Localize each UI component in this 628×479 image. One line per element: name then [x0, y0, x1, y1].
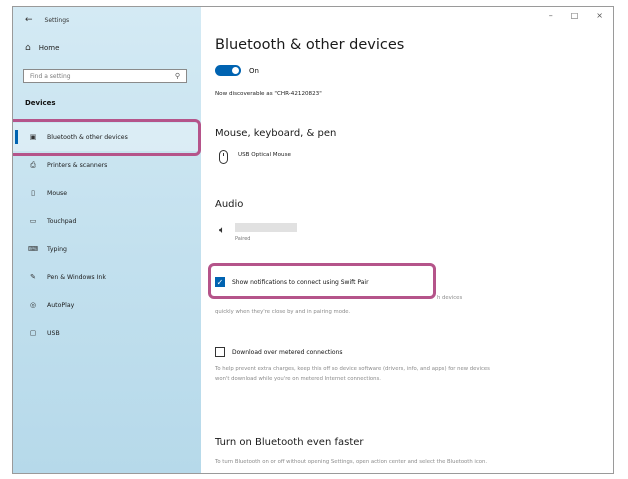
- bluetooth-toggle[interactable]: [215, 65, 241, 76]
- metered-checkbox-row[interactable]: Download over metered connections: [215, 347, 343, 357]
- sidebar-item-label: USB: [47, 329, 60, 337]
- sidebar-item-label: Printers & scanners: [47, 161, 108, 169]
- mouse-section-heading: Mouse, keyboard, & pen: [215, 128, 337, 139]
- faster-desc: To turn Bluetooth on or off without open…: [215, 459, 488, 465]
- titlebar: ← Settings: [25, 13, 69, 27]
- section-label-devices: Devices: [25, 99, 56, 107]
- sidebar-item-label: Mouse: [47, 189, 68, 197]
- home-icon: ⌂: [25, 43, 31, 53]
- sidebar-item-label: Pen & Windows Ink: [47, 273, 106, 281]
- device-audio[interactable]: 🔈︎ Paired: [219, 223, 297, 242]
- bluetooth-toggle-state: On: [249, 66, 259, 75]
- audio-device-info: Paired: [235, 223, 297, 242]
- swift-pair-label: Show notifications to connect using Swif…: [232, 278, 369, 286]
- keyboard-icon: ⌨: [27, 245, 39, 253]
- redacted-device-name: [235, 223, 297, 232]
- swift-pair-checkbox-row[interactable]: ✓ Show notifications to connect using Sw…: [215, 277, 369, 287]
- search-placeholder: Find a setting: [30, 72, 71, 80]
- device-status: Paired: [235, 236, 251, 242]
- metered-checkbox[interactable]: [215, 347, 225, 357]
- usb-icon: ▢: [29, 329, 37, 337]
- settings-window: ← Settings ⌂ Home Find a setting ⚲ Devic…: [12, 6, 614, 474]
- sidebar-item-touchpad[interactable]: ▭ Touchpad: [13, 207, 201, 235]
- swift-pair-desc: quickly when they're close by and in pai…: [215, 309, 351, 315]
- maximize-button[interactable]: □: [571, 11, 579, 20]
- check-icon: ✓: [216, 277, 224, 287]
- page-title: Bluetooth & other devices: [215, 37, 405, 53]
- sidebar-item-label: Touchpad: [47, 217, 77, 225]
- device-usb-mouse[interactable]: USB Optical Mouse: [219, 150, 291, 164]
- minimize-button[interactable]: –: [549, 11, 553, 20]
- search-input[interactable]: Find a setting ⚲: [23, 69, 187, 83]
- highlight-frame-bluetooth: [13, 119, 201, 156]
- bluetooth-toggle-row: On: [215, 65, 259, 76]
- device-name: USB Optical Mouse: [238, 152, 291, 158]
- speaker-icon: 🔈︎: [219, 225, 225, 236]
- sidebar-item-label: AutoPlay: [47, 301, 75, 309]
- metered-desc: To help prevent extra charges, keep this…: [215, 366, 490, 382]
- discoverable-text: Now discoverable as "CHR-42120823": [215, 91, 322, 97]
- sidebar-item-mouse[interactable]: ▯ Mouse: [13, 179, 201, 207]
- sidebar-item-typing[interactable]: ⌨ Typing: [13, 235, 201, 263]
- pen-icon: ✎: [30, 273, 36, 281]
- home-label: Home: [38, 44, 60, 52]
- audio-section-heading: Audio: [215, 199, 244, 210]
- close-button[interactable]: ×: [596, 11, 603, 20]
- back-arrow-icon[interactable]: ←: [25, 15, 33, 25]
- sidebar-item-home[interactable]: ⌂ Home: [25, 43, 59, 53]
- metered-label: Download over metered connections: [232, 348, 343, 356]
- faster-section-heading: Turn on Bluetooth even faster: [215, 437, 364, 448]
- sidebar: ← Settings ⌂ Home Find a setting ⚲ Devic…: [13, 7, 201, 473]
- app-title: Settings: [44, 16, 70, 24]
- swift-pair-checkbox[interactable]: ✓: [215, 277, 225, 287]
- sidebar-item-label: Typing: [47, 245, 67, 253]
- mouse-device-icon: [219, 150, 228, 164]
- autoplay-icon: ◎: [29, 301, 37, 309]
- search-icon: ⚲: [174, 72, 180, 80]
- touchpad-icon: ▭: [29, 217, 37, 225]
- sidebar-nav: ▣ Bluetooth & other devices ⎙ Printers &…: [13, 123, 201, 347]
- mouse-icon: ▯: [31, 189, 35, 197]
- window-controls: – □ ×: [549, 11, 603, 20]
- sidebar-item-pen[interactable]: ✎ Pen & Windows Ink: [13, 263, 201, 291]
- main-content: – □ × Bluetooth & other devices On Now d…: [201, 7, 613, 473]
- sidebar-item-usb[interactable]: ▢ USB: [13, 319, 201, 347]
- printer-icon: ⎙: [30, 160, 36, 169]
- swift-pair-desc-tail: h devices: [437, 295, 463, 301]
- toggle-knob: [232, 67, 239, 74]
- sidebar-item-autoplay[interactable]: ◎ AutoPlay: [13, 291, 201, 319]
